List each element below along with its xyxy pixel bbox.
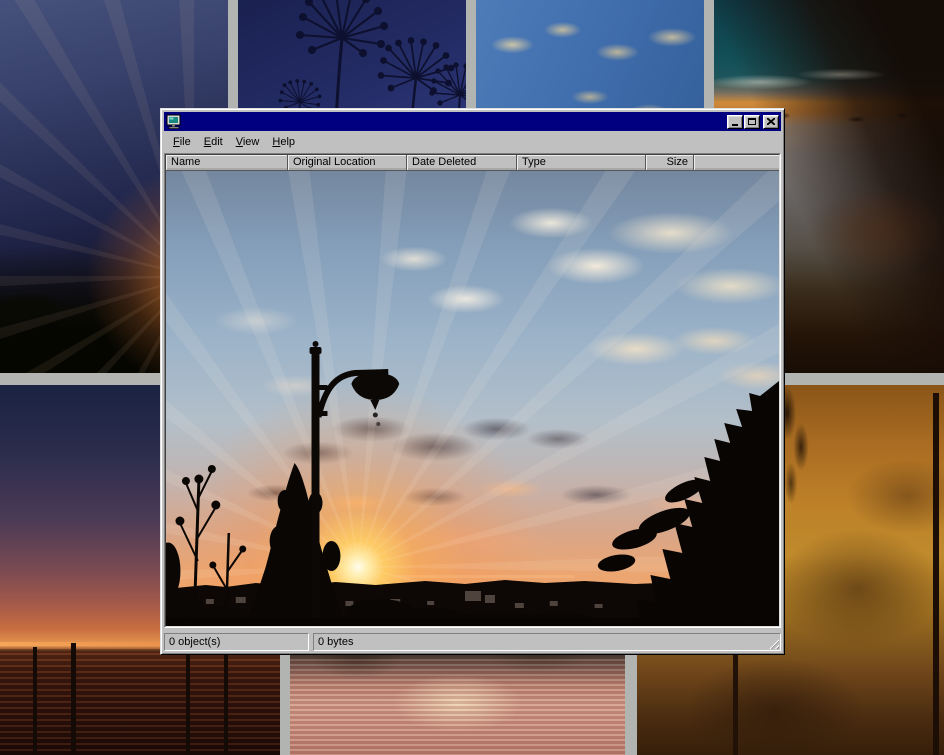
status-bar: 0 object(s) 0 bytes xyxy=(164,629,781,651)
resize-grip-icon[interactable] xyxy=(767,637,779,649)
status-size: 0 bytes xyxy=(313,633,781,651)
explorer-window: File Edit View Help Name Original Locati… xyxy=(160,108,785,655)
photo-pole xyxy=(933,393,939,755)
menu-edit[interactable]: Edit xyxy=(198,134,230,151)
close-button[interactable] xyxy=(763,115,779,129)
maximize-icon xyxy=(748,118,756,125)
status-object-count: 0 object(s) xyxy=(164,633,309,651)
column-header-size[interactable]: Size xyxy=(646,155,694,171)
computer-icon xyxy=(166,114,182,129)
desktop: File Edit View Help Name Original Locati… xyxy=(0,0,944,755)
menu-file[interactable]: File xyxy=(167,134,198,151)
column-header-type[interactable]: Type xyxy=(517,155,646,171)
column-header-name[interactable]: Name xyxy=(166,155,288,171)
water-pole xyxy=(224,651,228,755)
status-size-text: 0 bytes xyxy=(318,636,353,648)
photo-pole xyxy=(733,653,738,755)
water-pole xyxy=(186,647,190,755)
column-header-row: Name Original Location Date Deleted Type… xyxy=(166,155,779,171)
maximize-button[interactable] xyxy=(744,115,760,129)
water-pole xyxy=(71,643,76,755)
menu-help[interactable]: Help xyxy=(266,134,302,151)
menu-view[interactable]: View xyxy=(230,134,267,151)
water-ripples xyxy=(290,659,625,755)
sunset-silhouettes xyxy=(166,171,779,626)
column-header-original-location[interactable]: Original Location xyxy=(288,155,407,171)
menu-bar: File Edit View Help xyxy=(164,131,781,152)
column-header-blank[interactable] xyxy=(694,155,779,171)
minimize-icon xyxy=(732,124,738,126)
title-bar[interactable] xyxy=(164,112,781,131)
list-content-photo[interactable] xyxy=(166,171,779,626)
minimize-button[interactable] xyxy=(727,115,743,129)
column-header-date-deleted[interactable]: Date Deleted xyxy=(407,155,517,171)
list-view: Name Original Location Date Deleted Type… xyxy=(164,153,781,628)
water-streaks xyxy=(0,647,280,755)
water-pole xyxy=(33,647,37,755)
cypress-silhouette xyxy=(244,463,346,626)
close-icon xyxy=(767,118,775,125)
